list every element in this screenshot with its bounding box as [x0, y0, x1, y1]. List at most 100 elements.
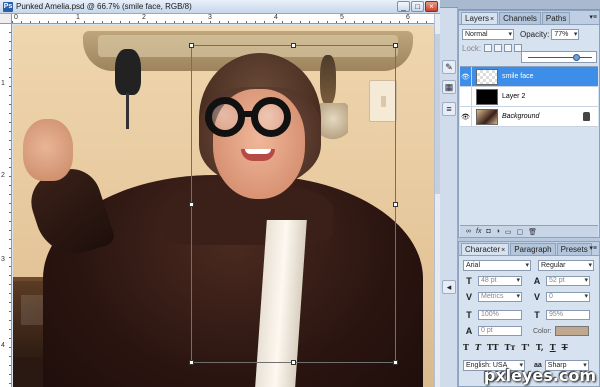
opacity-slider-track — [528, 57, 592, 58]
blend-opacity-row: Normal Opacity: 77% — [459, 27, 599, 41]
layers-icon[interactable]: ≡ — [442, 102, 456, 116]
close-button[interactable]: × — [425, 1, 438, 12]
tab-paragraph[interactable]: Paragraph — [510, 243, 556, 255]
tab-presets[interactable]: Presets — [556, 243, 592, 255]
font-size-icon: T — [466, 276, 472, 286]
opacity-slider-popup[interactable] — [521, 51, 597, 63]
minimize-button[interactable]: _ — [397, 1, 410, 12]
ruler-corner[interactable] — [0, 14, 12, 24]
ruler-top-number: 3 — [208, 14, 212, 21]
add-mask-icon[interactable]: ◘ — [486, 228, 490, 235]
photo-hat-strap — [126, 93, 129, 129]
free-transform-bounding-box[interactable] — [189, 43, 398, 365]
new-group-icon[interactable]: ▭ — [505, 228, 512, 236]
tab-paths[interactable]: Paths — [541, 12, 571, 24]
layers-footer: ∞ fx ◘ ◑ ▭ ▢ 🗑 — [460, 225, 598, 237]
tab-close-icon[interactable]: × — [490, 16, 494, 23]
visibility-eye-icon[interactable]: 👁 — [460, 106, 472, 127]
ruler-top-number: 6 — [406, 14, 410, 21]
transform-handle-bottom[interactable] — [291, 360, 296, 365]
baseline-shift-input[interactable]: 0 pt — [478, 326, 522, 336]
tracking-input[interactable]: 0 — [546, 292, 590, 302]
dock-grip[interactable] — [440, 0, 458, 8]
ruler-left-number: 4 — [1, 342, 5, 349]
panel-menu-icon[interactable]: ▾≡ — [589, 244, 597, 252]
adjustment-layer-icon[interactable]: ◑ — [496, 228, 500, 235]
ruler-top-number: 5 — [340, 14, 344, 21]
baseline-color-row: A 0 pt Color: — [463, 326, 589, 336]
visibility-eye-icon[interactable]: 👁 — [460, 66, 472, 87]
type-style-buttons: T T TT Tт T' T, T T — [463, 342, 568, 352]
new-layer-icon[interactable]: ▢ — [517, 228, 524, 236]
layer-thumbnail — [476, 88, 498, 105]
transform-handle-bottom-left[interactable] — [189, 360, 194, 365]
horizontal-ruler[interactable]: 0 1 2 3 4 5 6 — [12, 14, 434, 24]
strikethrough-button[interactable]: T — [562, 342, 568, 352]
fx-icon[interactable]: fx — [476, 228, 481, 235]
layers-tabbar: Layers× Channels Paths ▾≡ — [459, 11, 599, 25]
tab-channels[interactable]: Channels — [499, 12, 541, 24]
blend-mode-select[interactable]: Normal — [462, 28, 514, 40]
layer-row-layer-2[interactable]: Layer 2 — [460, 86, 598, 107]
lock-pixels-icon[interactable] — [494, 44, 503, 52]
delete-layer-icon[interactable]: 🗑 — [528, 228, 537, 236]
panel-dock-strip: ✎ ▦ ≡ ◂ — [440, 0, 458, 387]
layer-thumbnail — [476, 68, 498, 85]
font-style-select[interactable]: Regular — [538, 260, 594, 271]
horizontal-scale-input[interactable]: 95% — [546, 310, 590, 320]
watermark-text: pxleyes.com — [483, 366, 596, 385]
opacity-slider-knob[interactable] — [573, 54, 581, 61]
font-family-select[interactable]: Arial — [463, 260, 531, 271]
text-color-swatch[interactable] — [554, 326, 589, 336]
subscript-button[interactable]: T, — [536, 342, 544, 352]
swatch-icon[interactable]: ▦ — [442, 80, 456, 94]
all-caps-button[interactable]: TT — [487, 342, 499, 352]
faux-bold-button[interactable]: T — [463, 342, 469, 352]
leading-icon: A — [533, 276, 541, 286]
layer-lock-icon — [583, 112, 590, 121]
layer-thumbnail — [476, 108, 498, 125]
scale-row: T 100% T 95% — [463, 310, 590, 320]
maximize-button[interactable]: □ — [411, 1, 424, 12]
document-titlebar[interactable]: Ps Punked Amelia.psd @ 66.7% (smile face… — [0, 0, 440, 14]
tab-layers-label: Layers — [465, 14, 490, 23]
transform-handle-left[interactable] — [189, 202, 194, 207]
panel-collapse-icon[interactable]: ◂ — [442, 280, 456, 294]
visibility-eye-icon[interactable] — [460, 86, 472, 107]
underline-button[interactable]: T — [550, 342, 556, 352]
lock-position-icon[interactable] — [504, 44, 513, 52]
tab-layers[interactable]: Layers× — [461, 12, 499, 24]
transform-handle-top-right[interactable] — [393, 43, 398, 48]
vertical-scale-input[interactable]: 100% — [478, 310, 522, 320]
small-caps-button[interactable]: Tт — [505, 342, 516, 352]
transform-handle-bottom-right[interactable] — [393, 360, 398, 365]
kerning-select[interactable]: Metrics — [478, 292, 522, 302]
font-size-input[interactable]: 48 pt — [478, 276, 522, 286]
transform-handle-right[interactable] — [393, 202, 398, 207]
opacity-input[interactable]: 77% — [551, 28, 580, 40]
transform-handle-top-left[interactable] — [189, 43, 194, 48]
layer-row-smile-face[interactable]: 👁 smile face — [460, 66, 598, 87]
photo-fist — [23, 119, 73, 181]
lock-label: Lock: — [462, 43, 482, 53]
layers-panel: Layers× Channels Paths ▾≡ Normal Opacity… — [458, 10, 600, 238]
tab-character[interactable]: Character× — [461, 243, 510, 255]
transform-handle-top[interactable] — [291, 43, 296, 48]
panel-menu-icon[interactable]: ▾≡ — [589, 13, 597, 21]
image-canvas[interactable] — [13, 25, 434, 387]
ruler-top-number: 1 — [76, 14, 80, 21]
superscript-button[interactable]: T' — [521, 342, 529, 352]
vertical-ruler[interactable]: 1 2 3 4 — [0, 24, 12, 387]
history-brush-icon[interactable]: ✎ — [442, 60, 456, 74]
layer-row-background[interactable]: 👁 Background — [460, 106, 598, 127]
document-title: Punked Amelia.psd @ 66.7% (smile face, R… — [16, 2, 192, 11]
lock-transparency-icon[interactable] — [484, 44, 493, 52]
leading-input[interactable]: 52 pt — [546, 276, 590, 286]
baseline-shift-icon: A — [465, 326, 473, 336]
layer-name: Layer 2 — [502, 93, 526, 100]
link-layers-icon[interactable]: ∞ — [466, 228, 471, 235]
panel-top-grip[interactable] — [458, 0, 600, 10]
faux-italic-button[interactable]: T — [475, 342, 481, 352]
font-row: Arial Regular — [463, 260, 594, 271]
tab-close-icon[interactable]: × — [501, 247, 505, 254]
